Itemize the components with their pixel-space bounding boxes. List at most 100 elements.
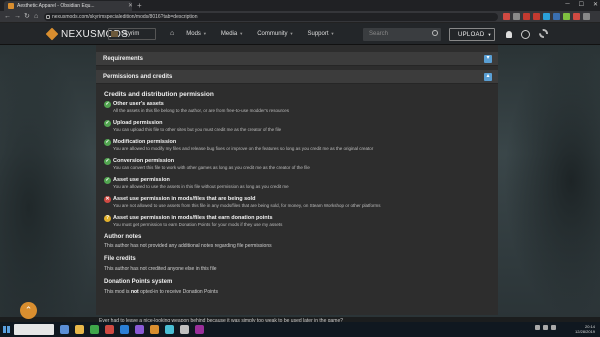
address-bar-row: ← → ↻ ⌂ nexusmods.com/skyrimspecialediti…: [0, 11, 600, 23]
check-icon: ✓: [104, 139, 111, 146]
browser-extension-icon[interactable]: [553, 13, 560, 20]
game-selector[interactable]: Skyrim: [108, 28, 156, 40]
browser-extension-icon[interactable]: [583, 13, 590, 20]
home-icon[interactable]: ⌂: [34, 13, 38, 21]
new-tab-icon[interactable]: +: [137, 1, 142, 10]
maximize-icon[interactable]: ☐: [579, 1, 584, 8]
taskbar-clock[interactable]: 20:14 12/28/2019: [575, 324, 595, 334]
permissions-section-header[interactable]: Permissions and credits ▴: [96, 70, 498, 84]
background-scenery-right: [504, 45, 600, 317]
browser-tab-bar: Aesthetic Apparel - Obsidian Equ... ✕ + …: [0, 0, 600, 11]
permission-desc: You are allowed to use the assets in thi…: [113, 184, 289, 189]
taskbar-app-icon[interactable]: [90, 325, 99, 334]
browser-extension-icon[interactable]: [503, 13, 510, 20]
browser-extension-icon[interactable]: [533, 13, 540, 20]
nav-mods[interactable]: Mods ▼: [186, 31, 207, 37]
upload-button[interactable]: UPLOAD ▼: [449, 28, 495, 41]
game-name: Skyrim: [121, 31, 140, 37]
chevron-down-icon: ▼: [202, 31, 207, 36]
credits-heading: Credits and distribution permission: [104, 91, 214, 98]
permission-desc: All the assets in this file belong to th…: [113, 108, 289, 113]
tray-volume-icon[interactable]: [543, 325, 548, 330]
taskbar-app-icon[interactable]: [120, 325, 129, 334]
taskbar-apps: [60, 325, 204, 334]
donation-text-bold: not: [130, 289, 139, 295]
requirements-section-header[interactable]: Requirements ▾: [96, 52, 498, 66]
taskbar-app-icon[interactable]: [60, 325, 69, 334]
site-navbar: NEXUSMODS Skyrim ⌂ Mods ▼ Media ▼ Communit…: [0, 23, 600, 45]
reload-icon[interactable]: ↻: [24, 13, 30, 21]
window-controls: ─ ☐ ✕: [565, 1, 598, 8]
permission-title: Upload permission: [113, 120, 163, 126]
main-nav: ⌂ Mods ▼ Media ▼ Community ▼ Support ▼: [170, 30, 335, 37]
search-icon[interactable]: [432, 30, 438, 36]
donation-text-pre: This mod is: [104, 289, 131, 295]
taskbar-app-icon[interactable]: [75, 325, 84, 334]
search-input[interactable]: Search: [363, 28, 441, 41]
back-icon[interactable]: ←: [4, 13, 11, 21]
avatar[interactable]: [521, 30, 530, 39]
author-notes-heading: Author notes: [104, 234, 142, 240]
windows-start-icon[interactable]: [3, 326, 10, 333]
browser-tab[interactable]: Aesthetic Apparel - Obsidian Equ... ✕: [4, 1, 132, 11]
taskbar-app-icon[interactable]: [195, 325, 204, 334]
taskbar-app-icon[interactable]: [150, 325, 159, 334]
collapse-icon[interactable]: ▴: [484, 73, 492, 81]
permission-title: Other user's assets: [113, 101, 164, 107]
background-scenery-left: [0, 45, 96, 317]
taskbar-app-icon[interactable]: [180, 325, 189, 334]
chevron-down-icon: ▼: [330, 31, 335, 36]
tray-battery-icon[interactable]: [551, 325, 556, 330]
clock-date: 12/28/2019: [575, 329, 596, 334]
file-credits-heading: File credits: [104, 256, 136, 262]
url-field[interactable]: nexusmods.com/skyrimspecialedition/mods/…: [44, 13, 498, 21]
site-favicon-icon: [8, 3, 14, 9]
nav-support-label: Support: [307, 31, 329, 37]
taskbar-app-icon[interactable]: [105, 325, 114, 334]
tray-network-icon[interactable]: [535, 325, 540, 330]
gear-icon[interactable]: [539, 29, 548, 38]
nav-support[interactable]: Support ▼: [308, 31, 335, 37]
bell-icon[interactable]: [506, 31, 512, 38]
nav-community-label: Community: [257, 31, 288, 37]
permission-desc: You can upload this file to other sites …: [113, 127, 282, 132]
nav-community[interactable]: Community ▼: [257, 31, 293, 37]
windows-taskbar: 20:14 12/28/2019: [0, 322, 600, 337]
permission-desc: You are not allowed to use assets from t…: [113, 203, 381, 208]
chevron-down-icon: ▼: [487, 32, 492, 37]
tab-title: Aesthetic Apparel - Obsidian Equ...: [17, 3, 95, 9]
check-icon: ✓: [104, 120, 111, 127]
permission-desc: You must get permission to earn Donation…: [113, 222, 283, 227]
url-text: nexusmods.com/skyrimspecialedition/mods/…: [52, 14, 198, 20]
browser-extension-icon[interactable]: [573, 13, 580, 20]
donation-heading: Donation Points system: [104, 279, 173, 285]
cross-icon: ✕: [104, 196, 111, 203]
browser-extension-icon[interactable]: [563, 13, 570, 20]
scroll-to-top-button[interactable]: ⌃: [20, 302, 37, 319]
chevron-down-icon: ▼: [239, 31, 244, 36]
check-icon: ✓: [104, 101, 111, 108]
minimize-icon[interactable]: ─: [565, 1, 569, 8]
browser-extension-icon[interactable]: [523, 13, 530, 20]
close-window-icon[interactable]: ✕: [593, 1, 598, 8]
permission-title: Modification permission: [113, 139, 177, 145]
nav-mods-label: Mods: [186, 31, 201, 37]
check-icon: ✓: [104, 177, 111, 184]
tab-close-icon[interactable]: ✕: [128, 2, 132, 9]
logo-icon: [45, 27, 59, 41]
check-icon: ✓: [104, 158, 111, 165]
forward-icon[interactable]: →: [14, 13, 21, 21]
taskbar-app-icon[interactable]: [165, 325, 174, 334]
chevron-up-icon: ⌃: [24, 305, 33, 315]
browser-extension-icon[interactable]: [543, 13, 550, 20]
permission-title: Asset use permission in mods/files that …: [113, 215, 273, 221]
permission-desc: You are allowed to modify my files and r…: [113, 146, 374, 151]
expand-icon[interactable]: ▾: [484, 55, 492, 63]
home-nav-icon[interactable]: ⌂: [170, 30, 174, 37]
taskbar-search-input[interactable]: [14, 324, 54, 335]
nav-media[interactable]: Media ▼: [221, 31, 243, 37]
permissions-heading: Permissions and credits: [103, 74, 173, 80]
permission-title: Asset use permission: [113, 177, 170, 183]
browser-extension-icon[interactable]: [513, 13, 520, 20]
taskbar-app-icon[interactable]: [135, 325, 144, 334]
